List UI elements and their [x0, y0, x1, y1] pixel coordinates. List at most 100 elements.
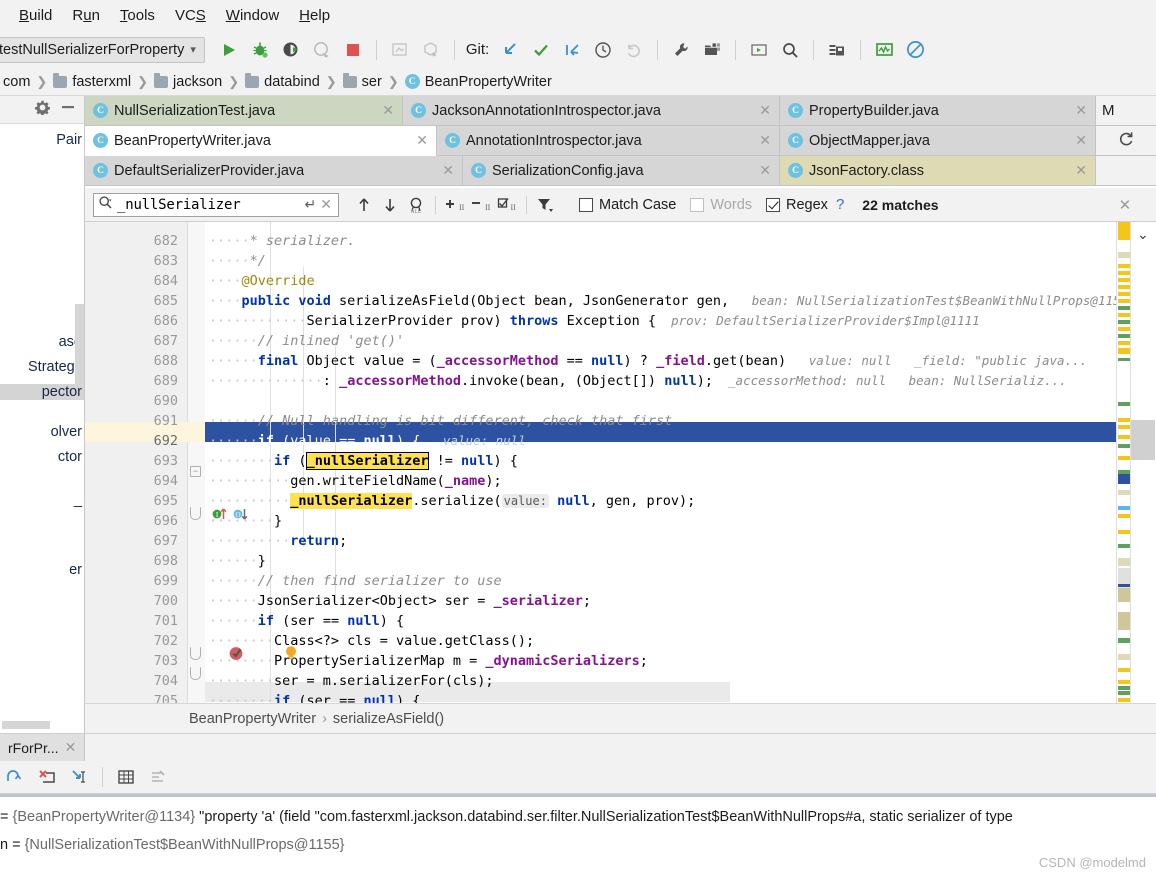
fold-region-icon[interactable] [190, 507, 201, 520]
breakpoint-verified-icon[interactable] [228, 644, 246, 667]
breadcrumb-item-databind[interactable]: databind [242, 72, 323, 90]
code-line[interactable]: ············SerializerProvider prov) thr… [205, 311, 1156, 331]
fold-region-icon[interactable] [190, 647, 201, 660]
error-stripe-mark[interactable] [1118, 313, 1130, 317]
error-stripe-mark[interactable] [1118, 680, 1130, 684]
monitor-graph-icon[interactable] [870, 36, 898, 64]
code-line[interactable]: ········if (_nullSerializer != null) { [205, 451, 1156, 471]
history-icon[interactable] [589, 36, 617, 64]
menu-item-vcs[interactable]: VCS [165, 5, 216, 26]
next-match-icon[interactable] [377, 192, 403, 218]
error-stripe-mark[interactable] [1118, 588, 1130, 602]
code-line[interactable]: ··········_nullSerializer.serialize(valu… [205, 491, 1156, 511]
select-lines-icon[interactable]: II [494, 192, 520, 218]
chevron-down-icon[interactable]: ⌄ [1137, 226, 1149, 243]
mute-breakpoints-icon[interactable] [143, 762, 173, 792]
code-line[interactable]: ······} [205, 551, 1156, 571]
search-history-enter-icon[interactable]: ↵ [305, 196, 317, 213]
add-line-icon[interactable]: II [442, 192, 468, 218]
git-commit-check-icon[interactable] [527, 36, 555, 64]
code-line[interactable]: ········PropertySerializerMap m = _dynam… [205, 651, 1156, 671]
error-stripe-mark[interactable] [1118, 306, 1130, 310]
regex-help-icon[interactable]: ? [836, 196, 844, 213]
editor-vertical-scrollbar-thumb[interactable] [1131, 420, 1155, 460]
list-item-selected[interactable]: pector [0, 384, 84, 400]
code-line[interactable]: ······// inlined 'get()' [205, 331, 1156, 351]
breadcrumb-item-com[interactable]: com [0, 74, 33, 90]
error-stripe-mark[interactable] [1118, 456, 1130, 460]
error-stripe-mark[interactable] [1118, 530, 1130, 534]
error-stripe-mark[interactable] [1118, 341, 1130, 345]
fold-collapse-icon[interactable]: − [190, 466, 201, 477]
list-item[interactable]: _ [74, 492, 84, 508]
match-case-checkbox[interactable]: Match Case [579, 197, 676, 213]
words-checkbox[interactable]: Words [690, 197, 752, 213]
list-item[interactable]: olver [51, 424, 84, 440]
error-stripe-mark[interactable] [1118, 558, 1130, 566]
close-icon[interactable]: ✕ [751, 162, 771, 179]
close-icon[interactable]: ✕ [374, 102, 394, 119]
regex-checkbox[interactable]: Regex [766, 197, 828, 213]
error-stripe-mark[interactable] [1118, 444, 1130, 448]
close-icon[interactable]: ✕ [434, 162, 454, 179]
inspection-widget[interactable]: ⌄ [1130, 222, 1156, 703]
error-stripe-mark[interactable] [1118, 320, 1130, 324]
error-stripe-mark[interactable] [1118, 490, 1130, 495]
menu-item-run[interactable]: Run [62, 5, 110, 26]
editor-tab-serializationconfig[interactable]: C SerializationConfig.java ✕ [463, 156, 780, 186]
error-stripe-mark[interactable] [1118, 292, 1130, 296]
error-stripe-mark[interactable] [1118, 470, 1130, 474]
select-all-occurrences-icon[interactable]: ALL [403, 192, 429, 218]
search-input-value[interactable]: _nullSerializer [117, 197, 301, 213]
error-stripe-mark[interactable] [1118, 698, 1130, 702]
code-line[interactable]: ······JsonSerializer<Object> ser = _seri… [205, 591, 1156, 611]
error-stripe-mark[interactable] [1118, 435, 1130, 439]
close-icon[interactable]: ✕ [408, 132, 428, 149]
force-step-over-icon[interactable] [32, 762, 62, 792]
close-icon[interactable]: ✕ [751, 102, 771, 119]
error-stripe-mark[interactable] [1118, 278, 1130, 282]
code-line[interactable]: ·····*/ [205, 251, 1156, 271]
error-stripe-mark[interactable] [1118, 654, 1130, 660]
editor-tab-jacksonannotationintrospector[interactable]: C JacksonAnnotationIntrospector.java ✕ [403, 96, 780, 126]
error-stripe-mark[interactable] [1118, 418, 1130, 422]
prev-match-icon[interactable] [351, 192, 377, 218]
debug-icon[interactable] [246, 36, 274, 64]
code-line[interactable]: ······if (value == null) { value: null [205, 431, 1156, 451]
error-stripe-mark[interactable] [1118, 686, 1130, 690]
remove-line-icon[interactable]: II [468, 192, 494, 218]
evaluate-table-icon[interactable] [111, 762, 141, 792]
git-push-icon[interactable] [558, 36, 586, 64]
editor-tab-propertybuilder[interactable]: C PropertyBuilder.java ✕ [780, 96, 1096, 126]
code-line[interactable]: ········ser = m.serializerFor(cls); [205, 671, 1156, 691]
code-line[interactable]: ······if (ser == null) { [205, 611, 1156, 631]
run-with-coverage-icon[interactable] [277, 36, 305, 64]
close-icon[interactable]: ✕ [1067, 162, 1087, 179]
error-stripe-markers[interactable] [1116, 222, 1130, 703]
close-icon[interactable]: ✕ [1067, 132, 1087, 149]
error-stripe-mark[interactable] [1118, 691, 1130, 695]
variable-row[interactable]: n = {NullSerializationTest$BeanWithNullP… [0, 837, 345, 853]
close-icon[interactable]: ✕ [1067, 102, 1087, 119]
error-stripe-mark[interactable] [1118, 358, 1130, 361]
error-stripe-mark[interactable] [1118, 334, 1130, 338]
menu-item-help[interactable]: Help [289, 5, 340, 26]
list-item[interactable]: Pair [56, 132, 84, 148]
git-update-icon[interactable] [496, 36, 524, 64]
editor-tab-jsonfactory-class[interactable]: C JsonFactory.class ✕ [780, 156, 1096, 186]
no-entry-icon[interactable] [901, 36, 929, 64]
code-line[interactable]: ····@Override [205, 271, 1156, 291]
code-line[interactable]: ··········gen.writeFieldName(_name); [205, 471, 1156, 491]
error-stripe-mark[interactable] [1118, 544, 1130, 548]
project-structure-icon[interactable] [698, 36, 726, 64]
clear-search-icon[interactable]: ✕ [320, 196, 334, 213]
commit-icon[interactable] [417, 36, 445, 64]
error-stripe-mark[interactable] [1118, 506, 1130, 510]
step-out-icon[interactable] [0, 762, 30, 792]
code-line[interactable]: ······final Object value = (_accessorMet… [205, 351, 1156, 371]
breadcrumb-item-jackson[interactable]: jackson [151, 72, 225, 90]
menu-item-build[interactable]: Build [9, 5, 62, 26]
breadcrumb-item-fasterxml[interactable]: fasterxml [50, 72, 134, 90]
run-configuration-selector[interactable]: testNullSerializerForProperty ▾ [0, 36, 205, 63]
left-tool-window-content[interactable]: Pair ase Strategy pector olver ctor _ er [0, 124, 84, 733]
